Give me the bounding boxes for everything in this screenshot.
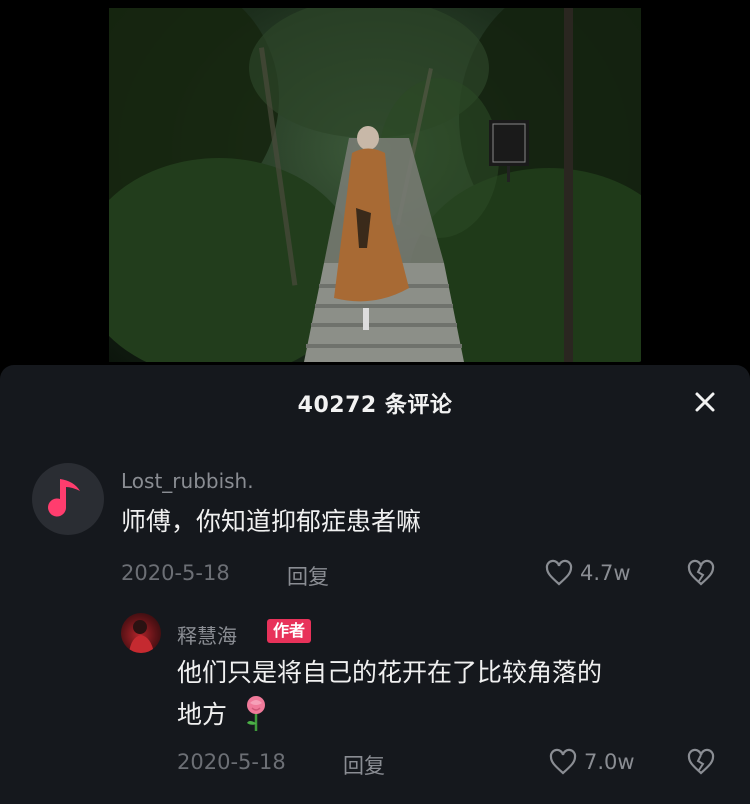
reply-reply-button[interactable]: 回复	[343, 750, 385, 780]
broken-heart-icon	[687, 559, 715, 586]
comment-text: 师傅，你知道抑郁症患者嘛	[121, 507, 422, 536]
reply-text-line2: 地方	[177, 700, 228, 729]
comment-sheet: 40272 条评论 Lost_rubbish. 师傅，你知道抑郁症患者嘛 202…	[0, 365, 750, 804]
close-button[interactable]	[690, 387, 720, 417]
music-note-icon	[48, 479, 80, 517]
close-icon	[695, 392, 715, 412]
reply-date: 2020-5-18	[177, 750, 286, 774]
reply-like-button[interactable]: 7.0w	[548, 748, 635, 776]
comment-username[interactable]: Lost_rubbish.	[121, 469, 254, 493]
comment-date: 2020-5-18	[121, 561, 230, 585]
dislike-button[interactable]	[686, 559, 716, 591]
rose-icon	[243, 695, 269, 737]
comment-count-title: 40272 条评论	[297, 393, 453, 418]
reply-button[interactable]: 回复	[287, 561, 329, 591]
reply-avatar[interactable]	[121, 613, 161, 653]
broken-heart-icon	[687, 748, 715, 775]
heart-icon	[549, 748, 577, 775]
reply-like-count: 7.0w	[584, 750, 635, 774]
video-frame[interactable]	[109, 8, 641, 362]
reply-dislike-button[interactable]	[686, 748, 716, 780]
reply-text-line1: 他们只是将自己的花开在了比较角落的	[177, 658, 603, 687]
like-button[interactable]: 4.7w	[544, 559, 631, 587]
author-badge: 作者	[267, 619, 312, 643]
reply-avatar-figure	[129, 620, 154, 653]
video-scene	[109, 8, 641, 362]
avatar[interactable]	[32, 463, 104, 535]
reply-username[interactable]: 释慧海	[177, 620, 237, 649]
heart-icon	[545, 559, 573, 586]
like-count: 4.7w	[580, 561, 631, 585]
